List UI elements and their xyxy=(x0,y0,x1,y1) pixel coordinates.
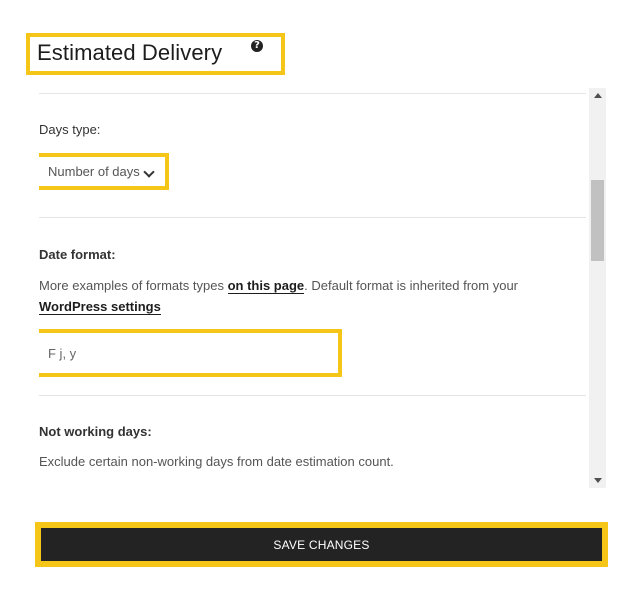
divider xyxy=(39,93,586,94)
scrollbar-thumb[interactable] xyxy=(591,180,604,261)
estimated-delivery-settings: Estimated Delivery ? Days type: Number o… xyxy=(0,0,633,591)
divider xyxy=(39,217,586,218)
scrollbar[interactable] xyxy=(589,88,606,488)
chevron-down-icon xyxy=(143,166,155,178)
formats-page-link[interactable]: on this page xyxy=(227,278,305,294)
date-format-input[interactable] xyxy=(39,329,342,377)
page-title: Estimated Delivery xyxy=(37,40,223,65)
title-highlight: Estimated Delivery ? xyxy=(26,33,285,75)
date-format-description: More examples of formats types on this p… xyxy=(39,275,579,317)
date-format-description-text: . Default format is inherited from your xyxy=(304,278,518,293)
date-format-label: Date format: xyxy=(39,247,116,262)
save-button-highlight: SAVE CHANGES xyxy=(35,522,608,567)
settings-scroll-panel: Days type: Number of days Date format: M… xyxy=(39,88,605,488)
not-working-days-description: Exclude certain non-working days from da… xyxy=(39,454,394,469)
save-changes-button[interactable]: SAVE CHANGES xyxy=(41,528,602,561)
question-circle-icon[interactable]: ? xyxy=(251,40,263,52)
days-type-label: Days type: xyxy=(39,122,101,137)
not-working-days-label: Not working days: xyxy=(39,424,152,439)
wordpress-settings-link[interactable]: WordPress settings xyxy=(39,299,161,315)
scroll-up-arrow-icon[interactable] xyxy=(594,93,602,98)
days-type-selected-value: Number of days xyxy=(48,164,140,179)
divider xyxy=(39,395,586,396)
days-type-select[interactable]: Number of days xyxy=(39,153,169,190)
date-format-description-text: More examples of formats types xyxy=(39,278,228,293)
scroll-down-arrow-icon[interactable] xyxy=(594,478,602,483)
